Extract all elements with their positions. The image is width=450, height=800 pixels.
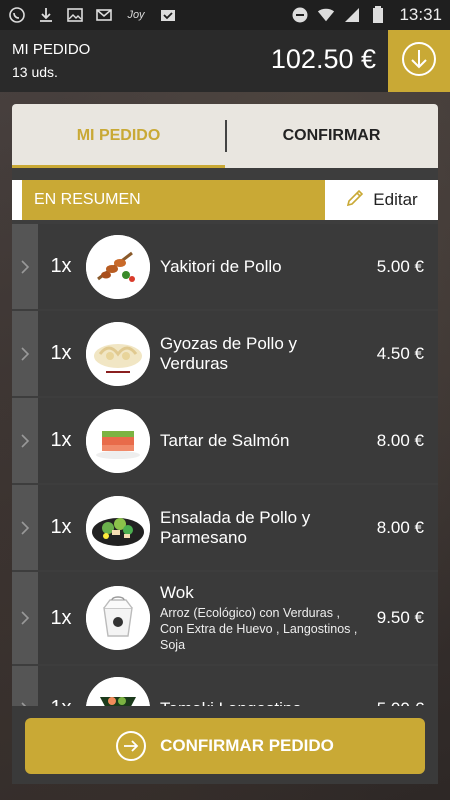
list-item[interactable]: 1x Tartar de Salmón 8.00 €	[12, 398, 438, 483]
item-text: Ensalada de Pollo y Parmesano	[150, 508, 368, 548]
header-units: 13 uds.	[12, 64, 58, 80]
list-item[interactable]: 1x Wok Arroz (Ecológico) con Verduras , …	[12, 572, 438, 664]
confirm-label: CONFIRMAR PEDIDO	[160, 736, 334, 755]
item-text: Yakitori de Pollo	[150, 257, 368, 277]
chevron-right-icon	[12, 485, 38, 570]
download-icon	[37, 6, 55, 24]
item-name: Ensalada de Pollo y Parmesano	[160, 507, 311, 547]
list-item[interactable]: 1x Ensalada de Pollo y Parmesano 8.00 €	[12, 485, 438, 570]
summary-label-box: EN RESUMEN	[12, 180, 325, 220]
task-icon	[159, 6, 177, 24]
order-card: MI PEDIDO CONFIRMAR EN RESUMEN Editar 1x	[12, 104, 438, 784]
chevron-right-icon	[12, 398, 38, 483]
item-name: Yakitori de Pollo	[160, 256, 282, 276]
tab-label: CONFIRMAR	[282, 127, 381, 144]
download-circle-icon	[400, 40, 438, 83]
edit-label: Editar	[373, 190, 418, 209]
yakitori-thumbnail	[86, 234, 150, 299]
item-quantity: 1x	[50, 429, 72, 451]
item-quantity: 1x	[50, 342, 72, 364]
item-price: 8.00 €	[376, 430, 424, 450]
item-text: Tartar de Salmón	[150, 431, 368, 451]
arrow-right-circle-icon	[116, 731, 147, 761]
item-name: Gyozas de Pollo y Verduras	[160, 333, 298, 373]
status-time: 13:31	[399, 5, 442, 24]
wifi-icon	[317, 6, 335, 24]
list-item[interactable]: 1x Yakitori de Pollo 5.00 €	[12, 224, 438, 309]
item-quantity: 1x	[50, 255, 72, 277]
chevron-right-icon	[12, 311, 38, 396]
battery-icon	[369, 6, 387, 24]
item-name: Wok	[160, 583, 194, 602]
list-item[interactable]: 1x Gyozas de Pollo y Verduras 4.50 €	[12, 311, 438, 396]
item-quantity: 1x	[50, 516, 72, 538]
item-text: Wok Arroz (Ecológico) con Verduras , Con…	[150, 583, 368, 653]
item-description: Arroz (Ecológico) con Verduras , Con Ext…	[160, 606, 358, 652]
joy-icon: Joy	[124, 6, 148, 24]
status-bar: Joy 13:31	[0, 0, 450, 30]
signal-icon	[343, 6, 361, 24]
tab-bar: MI PEDIDO CONFIRMAR	[12, 104, 438, 168]
joy-label: Joy	[127, 9, 145, 21]
item-price: 4.50 €	[376, 343, 424, 363]
gmail-icon	[95, 6, 113, 24]
confirm-order-button[interactable]: CONFIRMAR PEDIDO	[25, 718, 425, 774]
order-total: 102.50 €	[270, 44, 376, 74]
pencil-icon	[345, 188, 365, 213]
tab-mi-pedido[interactable]: MI PEDIDO	[12, 104, 225, 168]
whatsapp-icon	[8, 6, 26, 24]
image-icon	[66, 6, 84, 24]
wok-box-thumbnail	[86, 586, 150, 650]
item-price: 5.00 €	[376, 256, 424, 276]
download-button[interactable]	[388, 30, 450, 92]
tab-confirmar[interactable]: CONFIRMAR	[225, 104, 438, 168]
summary-label: EN RESUMEN	[34, 191, 141, 208]
gyozas-thumbnail	[86, 321, 150, 386]
order-header: MI PEDIDO 13 uds. 102.50 €	[0, 30, 450, 92]
item-price: 9.50 €	[376, 608, 424, 627]
tab-label: MI PEDIDO	[76, 127, 161, 144]
chevron-right-icon	[12, 224, 38, 309]
edit-button[interactable]: Editar	[325, 180, 438, 220]
tartar-thumbnail	[86, 408, 150, 473]
item-name: Tartar de Salmón	[160, 430, 290, 450]
item-price: 8.00 €	[376, 517, 424, 537]
do-not-disturb-icon	[291, 6, 309, 24]
tab-divider	[225, 120, 227, 152]
item-text: Gyozas de Pollo y Verduras	[150, 334, 368, 374]
order-items-list: 1x Yakitori de Pollo 5.00 € 1x Gyozas de…	[12, 224, 438, 753]
ensalada-thumbnail	[86, 495, 150, 560]
item-quantity: 1x	[50, 606, 72, 629]
header-title: MI PEDIDO	[12, 41, 91, 58]
summary-bar: EN RESUMEN Editar	[12, 180, 438, 220]
confirm-footer: CONFIRMAR PEDIDO	[12, 706, 438, 784]
chevron-right-icon	[12, 572, 38, 664]
